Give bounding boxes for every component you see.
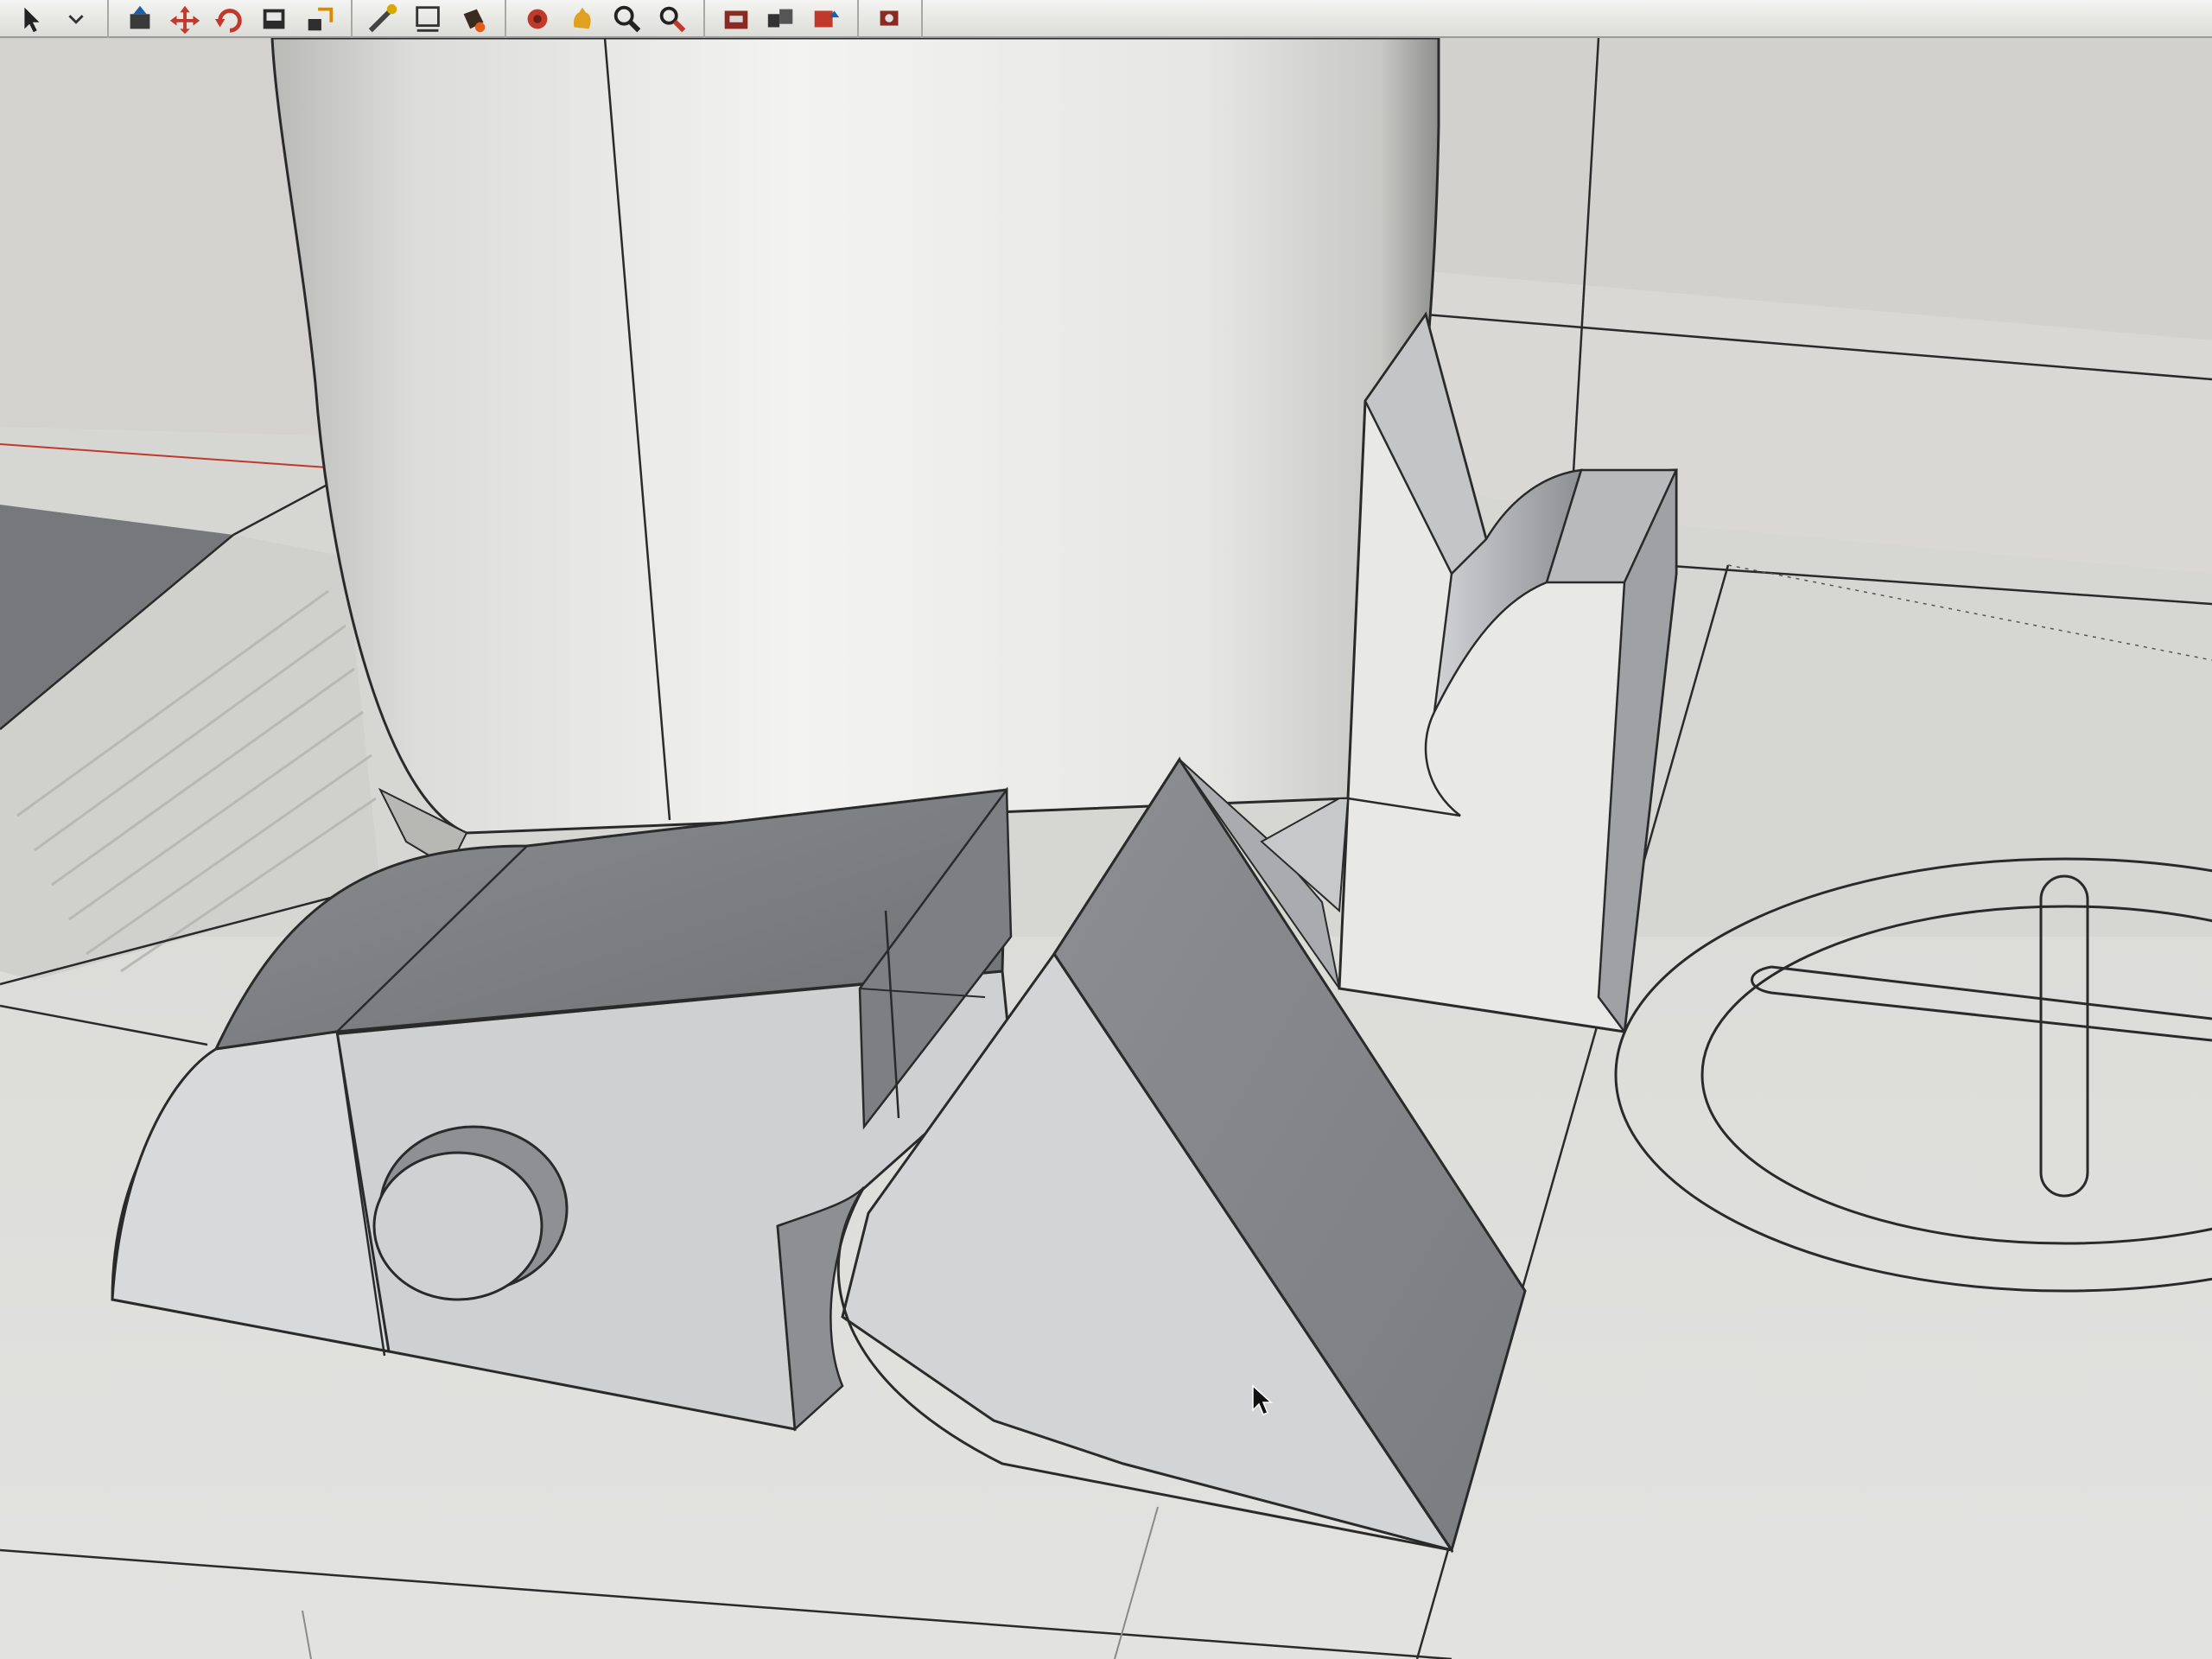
components-tool-button[interactable] bbox=[759, 2, 804, 36]
select-arrow-tool-button[interactable] bbox=[9, 2, 54, 36]
toolbar-group-1 bbox=[0, 0, 109, 38]
scale-icon bbox=[308, 7, 334, 31]
follow-me-icon bbox=[263, 9, 285, 29]
paint-bucket-icon bbox=[463, 9, 486, 33]
toolbar-group-2 bbox=[109, 0, 353, 38]
dimension-icon bbox=[416, 6, 440, 32]
scene-canvas[interactable] bbox=[0, 38, 2212, 1659]
toolbar-group-5 bbox=[705, 0, 859, 38]
pan-icon bbox=[573, 7, 591, 29]
pan-tool-button[interactable] bbox=[560, 2, 605, 36]
toolbar-group-6 bbox=[859, 0, 923, 38]
modeling-viewport[interactable] bbox=[0, 38, 2212, 1659]
components-icon bbox=[767, 9, 793, 28]
tape-measure-icon bbox=[368, 3, 397, 33]
zoom-extents-tool-button[interactable] bbox=[650, 2, 695, 36]
follow-me-tool-button[interactable] bbox=[252, 2, 297, 36]
share-model-tool-button[interactable] bbox=[804, 2, 849, 36]
circular-hole-face bbox=[372, 1151, 543, 1301]
move-tool-button[interactable] bbox=[162, 2, 207, 36]
toolbar-group-4 bbox=[506, 0, 705, 38]
mouse-pointer-icon bbox=[1252, 1384, 1273, 1415]
dropdown-chevron-icon bbox=[68, 15, 84, 24]
paint-bucket-tool-button[interactable] bbox=[451, 2, 496, 36]
rotate-tool-button[interactable] bbox=[207, 2, 252, 36]
sketchup-window bbox=[0, 0, 2212, 1659]
warehouse-tool-button[interactable] bbox=[714, 2, 759, 36]
select-arrow-icon bbox=[24, 7, 40, 33]
share-model-icon bbox=[814, 10, 840, 28]
zoom-tool-button[interactable] bbox=[605, 2, 650, 36]
warehouse-icon bbox=[724, 10, 748, 29]
scale-tool-button[interactable] bbox=[297, 2, 342, 36]
toolbar-group-3 bbox=[353, 0, 506, 38]
extension-warehouse-icon bbox=[880, 10, 899, 26]
main-toolbar bbox=[0, 0, 2212, 38]
tape-measure-tool-button[interactable] bbox=[361, 2, 406, 36]
push-pull-icon bbox=[130, 5, 150, 29]
dimension-tool-button[interactable] bbox=[406, 2, 451, 36]
dropdown-chevron-tool-button[interactable] bbox=[54, 2, 99, 36]
rotate-icon bbox=[214, 9, 242, 33]
orbit-icon bbox=[527, 9, 548, 29]
move-icon bbox=[169, 5, 200, 35]
zoom-extents-icon bbox=[659, 6, 686, 33]
orbit-tool-button[interactable] bbox=[515, 2, 560, 36]
extension-warehouse-tool-button[interactable] bbox=[868, 2, 912, 36]
zoom-icon bbox=[613, 5, 641, 33]
back-wall-left bbox=[0, 38, 320, 435]
cylinder[interactable] bbox=[270, 38, 1440, 835]
push-pull-tool-button[interactable] bbox=[118, 2, 162, 36]
toolbar-groups bbox=[0, 0, 923, 38]
